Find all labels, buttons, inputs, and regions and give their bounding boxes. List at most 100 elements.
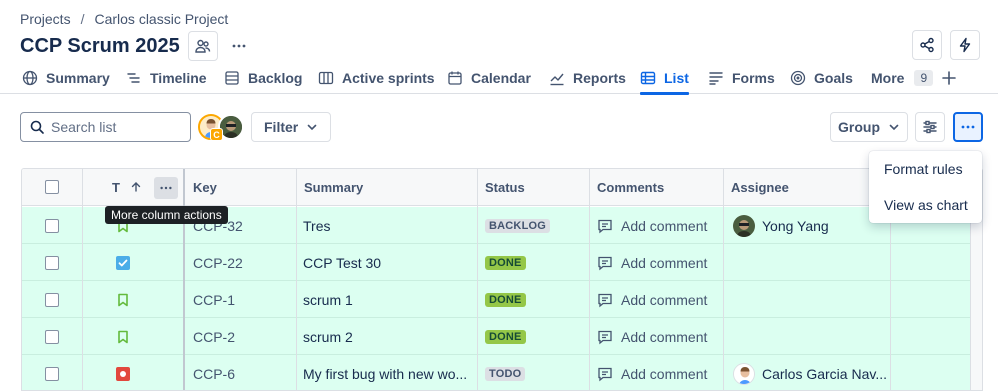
- chart-icon: [550, 73, 564, 86]
- comment-icon: [598, 330, 612, 344]
- page-title: CCP Scrum 2025: [20, 34, 180, 57]
- tab-backlog[interactable]: Backlog: [224, 62, 302, 94]
- column-divider: [723, 169, 724, 390]
- issue-summary[interactable]: CCP Test 30: [303, 244, 381, 281]
- tab-calendar[interactable]: Calendar: [447, 62, 531, 94]
- ellipsis-icon: [232, 44, 246, 48]
- vertical-scrollbar[interactable]: [970, 207, 982, 390]
- issue-summary[interactable]: scrum 2: [303, 318, 353, 355]
- tab-goals[interactable]: Goals: [790, 62, 853, 94]
- tab-timeline[interactable]: Timeline: [126, 62, 207, 94]
- column-header-key[interactable]: Key: [193, 169, 217, 205]
- status-badge[interactable]: TODO: [485, 366, 526, 381]
- list-icon: [640, 71, 656, 85]
- tab-reports[interactable]: Reports: [549, 62, 626, 94]
- chevron-down-icon: [307, 124, 317, 131]
- issue-key-link[interactable]: CCP-1: [193, 281, 235, 318]
- tab-label: Timeline: [150, 70, 207, 86]
- add-comment-button[interactable]: Add comment: [597, 244, 707, 281]
- column-actions-button[interactable]: [154, 177, 178, 199]
- column-divider: [589, 169, 590, 390]
- add-comment-label: Add comment: [621, 328, 708, 345]
- column-divider: [477, 169, 478, 390]
- tab-active-sprints[interactable]: Active sprints: [318, 62, 435, 94]
- project-more-button[interactable]: [224, 31, 254, 61]
- issues-table: T Key Summary Status Comments Assignee C…: [21, 168, 983, 391]
- view-settings-button[interactable]: [915, 112, 945, 142]
- group-button[interactable]: Group: [830, 112, 908, 142]
- table-row[interactable]: CCP-6 My first bug with new wo... TODO A…: [22, 355, 982, 390]
- arrow-up-icon: [131, 182, 141, 192]
- assignee-cell[interactable]: Yong Yang: [733, 207, 829, 244]
- title-row: CCP Scrum 2025: [20, 30, 254, 62]
- column-header-status[interactable]: Status: [485, 169, 525, 205]
- row-checkbox[interactable]: [45, 366, 59, 381]
- status-badge[interactable]: BACKLOG: [485, 218, 551, 233]
- column-header-summary[interactable]: Summary: [304, 169, 363, 205]
- table-row[interactable]: CCP-22 CCP Test 30 DONE Add comment: [22, 244, 982, 281]
- column-header-assignee[interactable]: Assignee: [731, 169, 789, 205]
- search-input[interactable]: [51, 119, 181, 135]
- row-checkbox[interactable]: [45, 218, 59, 233]
- search-icon: [30, 120, 44, 134]
- search-box[interactable]: [20, 112, 191, 142]
- issue-key-link[interactable]: CCP-6: [193, 355, 235, 390]
- issue-key-link[interactable]: CCP-2: [193, 318, 235, 355]
- tab-list[interactable]: List: [640, 62, 689, 95]
- status-badge[interactable]: DONE: [485, 255, 526, 270]
- column-header-comments[interactable]: Comments: [597, 169, 664, 205]
- issue-summary[interactable]: scrum 1: [303, 281, 353, 318]
- checkbox-box: [45, 180, 59, 194]
- table-header: T Key Summary Status Comments Assignee: [22, 169, 982, 206]
- tab-label: Backlog: [248, 70, 303, 86]
- more-actions-button[interactable]: [953, 112, 983, 142]
- add-comment-button[interactable]: Add comment: [597, 207, 707, 244]
- filter-button[interactable]: Filter: [251, 112, 332, 142]
- column-actions-tooltip: More column actions: [105, 206, 228, 224]
- avatar-initial-badge: C: [210, 128, 223, 141]
- table-row[interactable]: CCP-2 scrum 2 DONE Add comment: [22, 318, 982, 355]
- assignee-name: Carlos Garcia Nav...: [762, 365, 887, 382]
- menu-item-format-rules[interactable]: Format rules: [884, 161, 963, 177]
- comment-icon: [598, 367, 612, 381]
- status-badge[interactable]: DONE: [485, 292, 526, 307]
- column-header-type[interactable]: T: [112, 169, 142, 205]
- ellipsis-icon: [160, 186, 172, 190]
- breadcrumb-project-link[interactable]: Carlos classic Project: [94, 11, 228, 27]
- bug-icon: [116, 366, 130, 381]
- assignee-avatar: [733, 214, 755, 237]
- row-checkbox[interactable]: [45, 329, 59, 344]
- select-all-checkbox[interactable]: [45, 169, 59, 205]
- breadcrumb-projects-link[interactable]: Projects: [20, 11, 71, 27]
- board-icon: [318, 71, 334, 85]
- add-comment-button[interactable]: Add comment: [597, 318, 707, 355]
- add-tab-button[interactable]: [941, 62, 957, 94]
- status-badge[interactable]: DONE: [485, 329, 526, 344]
- tab-label: More: [871, 70, 905, 86]
- issue-summary[interactable]: Tres: [303, 207, 330, 244]
- row-checkbox[interactable]: [45, 292, 59, 307]
- add-comment-button[interactable]: Add comment: [597, 355, 708, 390]
- automation-button[interactable]: [950, 30, 980, 60]
- issue-key-link[interactable]: CCP-22: [193, 244, 243, 281]
- breadcrumb: Projects / Carlos classic Project: [20, 11, 228, 27]
- calendar-icon: [448, 71, 462, 85]
- team-button[interactable]: [187, 31, 218, 61]
- tab-forms[interactable]: Forms: [708, 62, 775, 94]
- plus-icon: [942, 71, 956, 85]
- share-button[interactable]: [912, 30, 942, 60]
- tab-label: Reports: [573, 70, 626, 86]
- add-comment-label: Add comment: [621, 365, 708, 382]
- filter-label: Filter: [264, 119, 299, 135]
- tab-more[interactable]: More 9: [871, 62, 934, 94]
- menu-item-view-as-chart[interactable]: View as chart: [884, 197, 968, 213]
- tab-summary[interactable]: Summary: [22, 62, 110, 94]
- issue-summary[interactable]: My first bug with new wo...: [303, 355, 467, 390]
- add-comment-button[interactable]: Add comment: [597, 281, 707, 318]
- table-row[interactable]: CCP-1 scrum 1 DONE Add comment: [22, 281, 982, 318]
- tab-label: Summary: [46, 70, 110, 86]
- assignee-cell[interactable]: Carlos Garcia Nav...: [733, 355, 887, 390]
- row-checkbox[interactable]: [45, 255, 59, 270]
- story-icon: [118, 330, 128, 343]
- column-resize-handle[interactable]: [183, 169, 185, 390]
